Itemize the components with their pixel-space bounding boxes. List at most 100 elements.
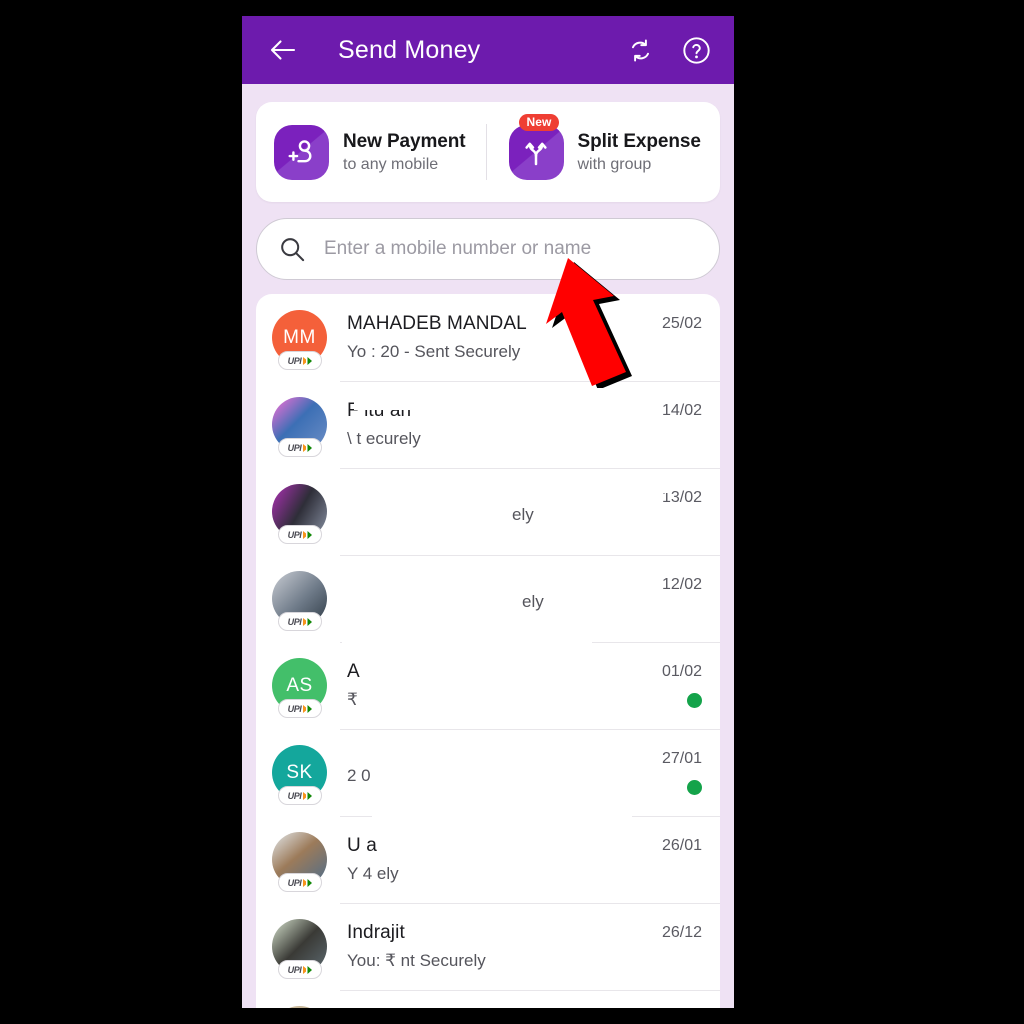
- avatar: SK UPI: [272, 745, 327, 805]
- avatar: UPI: [272, 832, 327, 892]
- list-item-content: ely: [347, 498, 654, 525]
- page-title: Send Money: [338, 35, 481, 64]
- upi-badge-label: UPI: [287, 790, 302, 801]
- contact-date: 26/01: [661, 837, 702, 854]
- list-item-content: F itu an \ t ecurely: [347, 400, 654, 449]
- upi-badge-icon: UPI: [278, 873, 322, 892]
- search-icon: [281, 237, 305, 261]
- contact-subtitle: You: ₹ nt Securely: [347, 951, 486, 970]
- avatar: UPI: [272, 397, 327, 457]
- contact-name: U a: [347, 835, 377, 856]
- list-item-content: U a Y 4 ely: [347, 835, 654, 884]
- split-expense-subtitle: with group: [577, 155, 652, 173]
- list-item[interactable]: UPI ely 12/02: [256, 555, 720, 642]
- upi-badge-icon: UPI: [278, 438, 322, 457]
- upi-tricolor-icon: [303, 704, 313, 713]
- add-person-glyph: [288, 140, 311, 163]
- status-dot: [687, 780, 702, 795]
- list-item-meta: 27/01: [654, 750, 702, 795]
- contact-subtitle: ₹: [347, 690, 358, 709]
- list-item[interactable]: MM UPI MAHADEB MANDAL Yo : 20 - Sent Sec…: [256, 294, 720, 381]
- search-input[interactable]: [324, 238, 697, 260]
- contact-subtitle: 2 0: [347, 766, 371, 785]
- contact-name: A: [347, 661, 360, 682]
- split-expense-text: Split Expense with group: [578, 131, 701, 174]
- avatar: UPI: [272, 1006, 327, 1008]
- avatar: UPI: [272, 484, 327, 544]
- upi-tricolor-icon: [303, 617, 313, 626]
- contact-date: 01/02: [661, 663, 702, 680]
- contact-name: Indrajit: [347, 922, 405, 943]
- app-header: Send Money: [242, 16, 734, 84]
- upi-badge-label: UPI: [287, 964, 302, 975]
- avatar: AS UPI: [272, 658, 327, 718]
- new-payment-text: New Payment to any mobile: [343, 130, 466, 174]
- phone-viewport: Send Money New Payment to any mobile New…: [242, 16, 734, 1008]
- upi-badge-label: UPI: [287, 355, 302, 366]
- avatar-photo: [272, 1006, 327, 1008]
- upi-tricolor-icon: [303, 356, 313, 365]
- help-circle-icon: [682, 36, 710, 64]
- avatar: UPI: [272, 571, 327, 631]
- list-item[interactable]: UPI U a Y 4 ely 26/01: [256, 816, 720, 903]
- avatar: UPI: [272, 919, 327, 979]
- list-item[interactable]: UPI B K: [256, 990, 720, 1008]
- contact-subtitle: Yo : 20 - Sent Securely: [347, 342, 521, 361]
- contact-date: 14/02: [661, 402, 702, 419]
- list-item-meta: 26/12: [654, 924, 702, 969]
- upi-tricolor-icon: [303, 878, 313, 887]
- quick-actions-card: New Payment to any mobile New Split Expe…: [256, 102, 720, 202]
- list-item-meta: 12/02: [654, 576, 702, 621]
- list-item-meta: 13/02: [654, 489, 702, 534]
- new-badge: New: [518, 113, 560, 131]
- add-person-icon: [274, 124, 329, 180]
- contact-subtitle: ely: [512, 505, 534, 524]
- upi-badge-icon: UPI: [278, 960, 322, 979]
- new-payment-subtitle: to any mobile: [343, 155, 439, 173]
- contact-date: 13/02: [661, 489, 702, 506]
- new-payment-icon-wrap: [274, 124, 329, 180]
- split-expense-title: Split Expense: [577, 130, 701, 152]
- upi-badge-label: UPI: [287, 529, 302, 540]
- contact-date: 12/02: [661, 576, 702, 593]
- upi-badge-icon: UPI: [278, 351, 322, 370]
- split-fork-icon: [508, 124, 564, 180]
- screenshot-root: Send Money New Payment to any mobile New…: [0, 0, 1024, 1024]
- upi-badge-icon: UPI: [278, 786, 322, 805]
- list-item-meta: 25/02: [654, 315, 702, 360]
- new-payment-action[interactable]: New Payment to any mobile: [256, 102, 486, 202]
- sync-button[interactable]: [624, 34, 656, 66]
- split-expense-action[interactable]: New Split Expense with group: [487, 102, 721, 202]
- contact-date: 27/01: [661, 750, 702, 767]
- search-bar[interactable]: [256, 218, 720, 280]
- contact-name: MAHADEB MANDAL: [347, 313, 527, 334]
- list-item-meta: 14/02: [654, 402, 702, 447]
- list-item[interactable]: AS UPI A ₹ 01/02: [256, 642, 720, 729]
- list-item-meta: 01/02: [654, 663, 702, 708]
- split-fork-glyph: [525, 142, 547, 166]
- list-item-content: 2 0: [347, 759, 654, 786]
- upi-badge-icon: UPI: [278, 699, 322, 718]
- avatar: MM UPI: [272, 310, 327, 370]
- upi-badge-icon: UPI: [278, 525, 322, 544]
- upi-tricolor-icon: [303, 443, 313, 452]
- list-item[interactable]: UPI Indrajit You: ₹ nt Securely 26/12: [256, 903, 720, 990]
- list-item[interactable]: SK UPI 2 0 27/01: [256, 729, 720, 816]
- help-button[interactable]: [680, 34, 712, 66]
- upi-tricolor-icon: [303, 965, 313, 974]
- split-expense-icon-wrap: New: [508, 113, 564, 180]
- list-item-content: ely: [347, 585, 654, 612]
- contact-subtitle: \ t ecurely: [347, 429, 421, 448]
- contact-subtitle: Y 4 ely: [347, 864, 399, 883]
- contact-date: 25/02: [661, 315, 702, 332]
- upi-badge-label: UPI: [287, 877, 302, 888]
- contact-subtitle: ely: [522, 592, 544, 611]
- contact-name: F itu an: [347, 400, 412, 421]
- list-item[interactable]: UPI ely 13/02: [256, 468, 720, 555]
- new-payment-title: New Payment: [343, 130, 466, 152]
- list-item[interactable]: UPI F itu an \ t ecurely 14/02: [256, 381, 720, 468]
- status-dot: [687, 693, 702, 708]
- back-button[interactable]: [266, 33, 300, 67]
- search-section: [242, 202, 734, 294]
- upi-tricolor-icon: [303, 530, 313, 539]
